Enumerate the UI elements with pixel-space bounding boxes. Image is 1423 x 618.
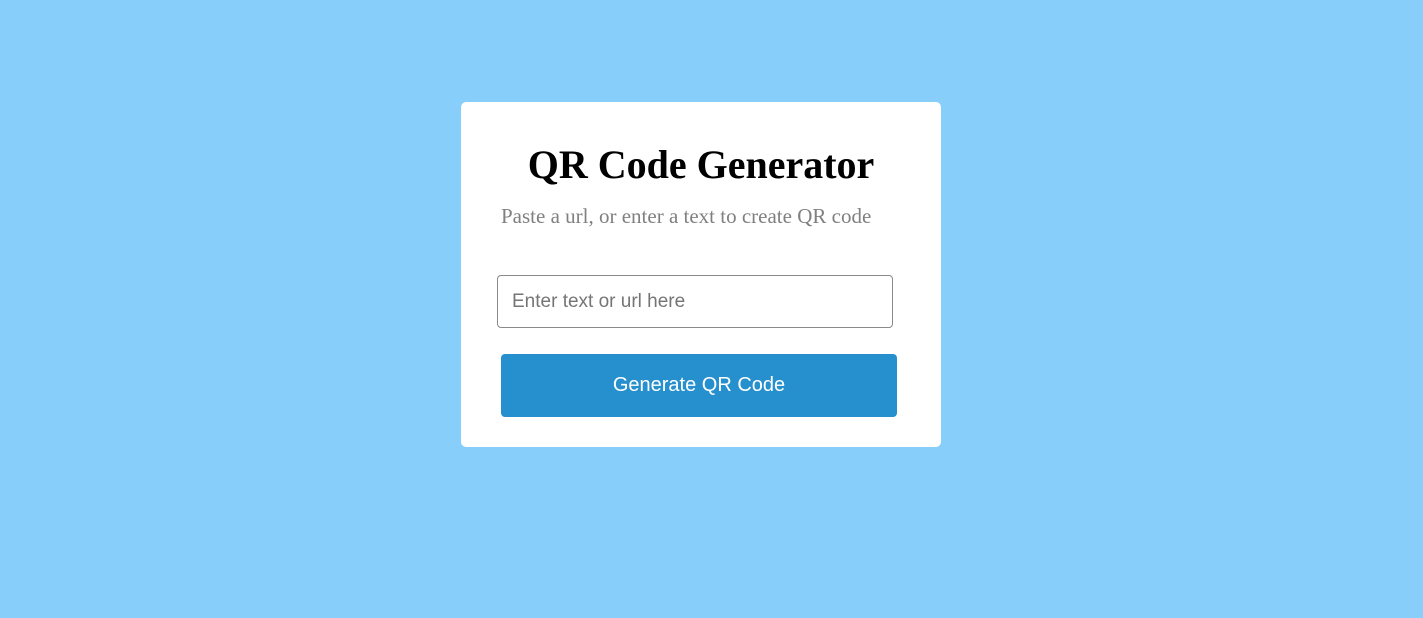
- qr-text-input[interactable]: [497, 275, 893, 328]
- page-title: QR Code Generator: [527, 142, 875, 187]
- generate-qr-button[interactable]: Generate QR Code: [501, 354, 897, 417]
- description-text: Paste a url, or enter a text to create Q…: [501, 204, 872, 228]
- page-background: { "colors": { "background": "#87cefa", "…: [0, 0, 1423, 618]
- qr-generator-card: QR Code Generator Paste a url, or enter …: [461, 102, 941, 447]
